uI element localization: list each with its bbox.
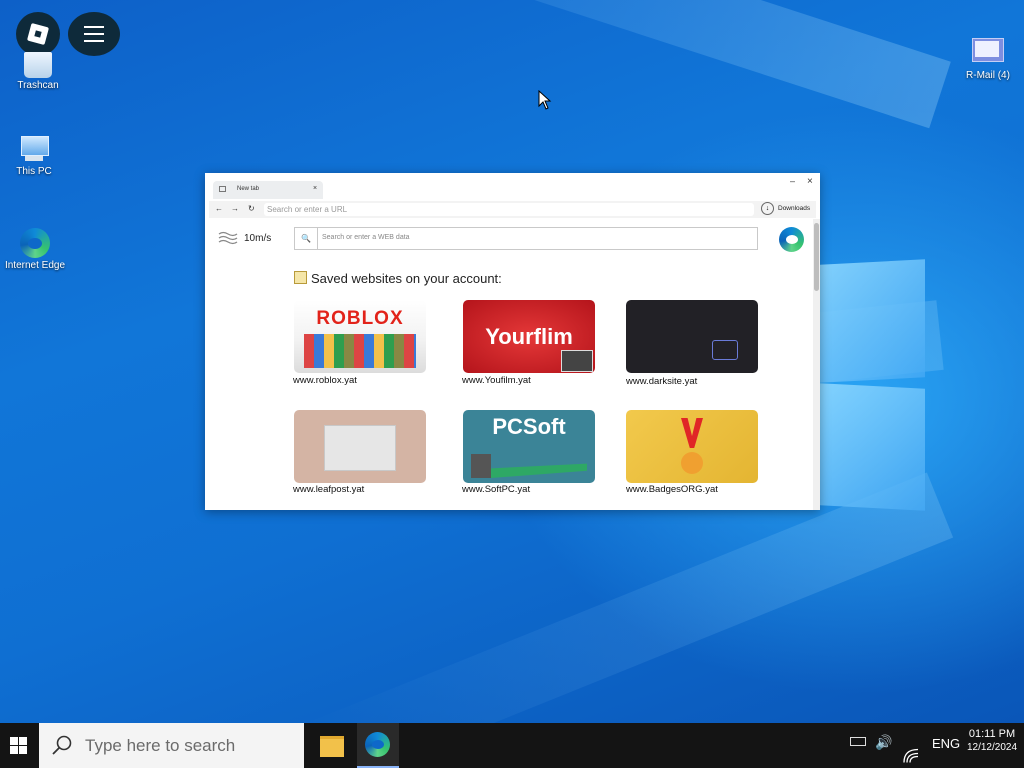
browser-scrollbar[interactable] xyxy=(813,219,820,510)
site-url[interactable]: www.SoftPC.yat xyxy=(462,484,530,495)
taskbar-file-explorer[interactable] xyxy=(314,723,350,768)
wallpaper-beam xyxy=(296,472,954,723)
tab-title: New tab xyxy=(237,186,260,192)
clock[interactable]: 01:11 PM 12/12/2024 xyxy=(966,728,1018,773)
desktop-icon-r-mail[interactable]: R-Mail (4) xyxy=(950,38,1024,81)
clock-date: 12/12/2024 xyxy=(966,742,1018,753)
medal-coin-icon xyxy=(681,452,703,474)
folder-icon xyxy=(320,736,344,757)
forward-arrow-icon[interactable]: → xyxy=(231,204,239,213)
taskbar: Type here to search 🔊 ENG 01:11 PM 12/12… xyxy=(0,723,1024,768)
browser-window: New tab × – × ← → ↻ Search or enter a UR… xyxy=(205,173,820,510)
site-url[interactable]: www.darksite.yat xyxy=(626,376,697,387)
desktop-icon-internet-edge[interactable]: Internet Edge xyxy=(0,228,73,271)
search-icon: 🔍 xyxy=(295,228,318,249)
desktop-icon-trashcan[interactable]: Trashcan xyxy=(0,52,76,91)
search-icon xyxy=(52,735,72,755)
url-input[interactable]: Search or enter a URL xyxy=(264,203,754,216)
site-tile-softpc[interactable]: PCSoft xyxy=(463,410,595,483)
close-window-button[interactable]: × xyxy=(807,176,813,187)
mail-envelope-icon xyxy=(972,38,1004,62)
site-tile-title: ROBLOX xyxy=(316,308,404,329)
speed-readout: 10m/s xyxy=(244,233,272,244)
wallpaper-logo-pane xyxy=(820,383,925,511)
windows-logo-icon xyxy=(10,737,27,754)
hamburger-icon xyxy=(84,26,104,42)
wallpaper-logo-pane xyxy=(820,259,925,383)
taskbar-search-box[interactable]: Type here to search xyxy=(39,723,304,768)
darksite-screen-image xyxy=(712,340,738,360)
web-search-box[interactable]: 🔍 Search or enter a WEB data xyxy=(294,227,758,250)
browser-address-bar: ← → ↻ Search or enter a URL ↓ Downloads xyxy=(209,201,816,218)
hamburger-menu-button[interactable] xyxy=(68,12,120,56)
site-url[interactable]: www.roblox.yat xyxy=(293,375,357,386)
roblox-menu-button[interactable] xyxy=(16,12,60,56)
scrollbar-thumb[interactable] xyxy=(814,223,819,291)
site-url[interactable]: www.Youfilm.yat xyxy=(462,375,531,386)
site-tile-title: PCSoft xyxy=(492,414,566,439)
site-tile-darksite[interactable] xyxy=(626,300,758,373)
site-tile-youfilm[interactable]: Yourflim xyxy=(463,300,595,373)
site-tile-roblox[interactable]: ROBLOX xyxy=(294,300,426,373)
desktop-icon-label: R-Mail (4) xyxy=(966,70,1010,81)
clock-time: 01:11 PM xyxy=(968,728,1016,740)
roblox-logo-icon xyxy=(26,22,50,46)
edge-logo-icon[interactable] xyxy=(779,227,804,252)
tab-page-icon xyxy=(219,186,226,192)
start-button[interactable] xyxy=(0,723,39,768)
desktop-icon-this-pc[interactable]: This PC xyxy=(0,136,72,177)
envelope-image xyxy=(324,425,396,471)
edge-browser-icon xyxy=(365,732,390,757)
desktop: Trashcan This PC Internet Edge R-Mail (4… xyxy=(0,0,1024,723)
wallpaper-beam xyxy=(206,0,951,129)
downloads-icon[interactable]: ↓ xyxy=(761,202,774,215)
volume-icon[interactable]: 🔊 xyxy=(875,734,892,779)
browser-tab-strip: New tab × – × xyxy=(205,173,820,199)
edge-browser-icon xyxy=(20,228,50,258)
battery-icon[interactable] xyxy=(850,737,866,746)
tab-close-icon[interactable]: × xyxy=(313,185,317,192)
wifi-waves-icon xyxy=(218,231,238,245)
notepad-icon xyxy=(294,271,307,284)
taskbar-edge[interactable] xyxy=(357,723,399,768)
web-search-placeholder: Search or enter a WEB data xyxy=(322,234,410,241)
network-icon[interactable] xyxy=(902,733,920,778)
computer-icon xyxy=(19,136,49,164)
softpc-wave-image xyxy=(471,454,587,478)
minimize-button[interactable]: – xyxy=(790,176,795,186)
site-url[interactable]: www.leafpost.yat xyxy=(293,484,364,495)
desktop-icon-label: Internet Edge xyxy=(4,260,66,271)
desktop-icon-label: This PC xyxy=(16,166,52,177)
desktop-icon-label: Trashcan xyxy=(17,80,59,91)
site-url[interactable]: www.BadgesORG.yat xyxy=(626,484,718,495)
browser-tab-new-tab[interactable]: New tab × xyxy=(213,181,323,199)
site-tile-badgesorg[interactable] xyxy=(626,410,758,483)
site-tile-title: Yourflim xyxy=(485,324,573,349)
roblox-characters-image xyxy=(304,334,416,368)
refresh-icon[interactable]: ↻ xyxy=(248,204,255,213)
film-box-image xyxy=(561,350,593,372)
back-arrow-icon[interactable]: ← xyxy=(215,204,223,213)
taskbar-search-placeholder: Type here to search xyxy=(85,736,236,755)
recycle-bin-icon xyxy=(24,52,52,78)
saved-websites-heading: Saved websites on your account: xyxy=(294,271,502,286)
site-tile-leafpost[interactable] xyxy=(294,410,426,483)
mouse-cursor-icon xyxy=(538,90,552,110)
medal-icon xyxy=(681,418,703,448)
downloads-label[interactable]: Downloads xyxy=(778,205,810,212)
language-indicator[interactable]: ENG xyxy=(932,736,960,781)
